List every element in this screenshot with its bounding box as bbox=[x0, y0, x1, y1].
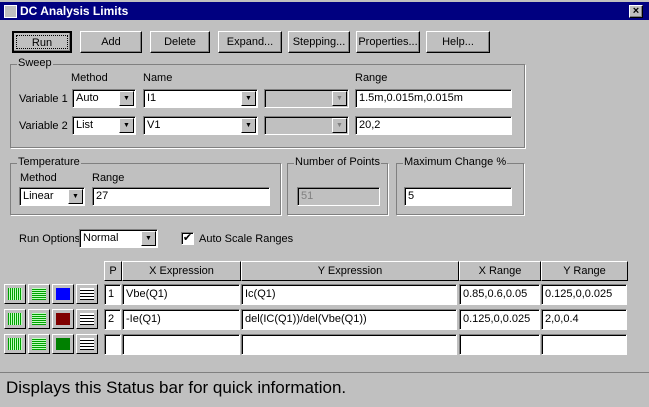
variable-1-name-select[interactable]: I1 ▼ bbox=[143, 89, 258, 108]
run-button[interactable]: Run bbox=[12, 31, 72, 53]
header-y-range[interactable]: Y Range bbox=[541, 261, 628, 281]
auto-scale-checkbox[interactable]: ✔ bbox=[181, 232, 194, 245]
title-bar: DC Analysis Limits × bbox=[0, 2, 649, 20]
header-p[interactable]: P bbox=[104, 261, 122, 281]
name-header: Name bbox=[143, 72, 173, 84]
variable-2-range-input[interactable]: 20,2 bbox=[355, 116, 512, 135]
table-icon[interactable] bbox=[76, 284, 98, 304]
cell-x[interactable]: -Ie(Q1) bbox=[122, 309, 240, 330]
add-button[interactable]: Add bbox=[80, 31, 142, 53]
value: Auto bbox=[76, 92, 99, 104]
sweep-label: Sweep bbox=[17, 57, 53, 69]
table-icon[interactable] bbox=[76, 334, 98, 354]
chevron-down-icon: ▼ bbox=[241, 118, 256, 133]
variable-1-range-input[interactable]: 1.5m,0.015m,0.015m bbox=[355, 89, 512, 108]
cell-p[interactable]: 2 bbox=[104, 309, 121, 330]
chevron-down-icon: ▼ bbox=[119, 118, 134, 133]
chevron-down-icon: ▼ bbox=[119, 91, 134, 106]
value: Normal bbox=[83, 232, 119, 244]
header-y-expression[interactable]: Y Expression bbox=[241, 261, 459, 281]
temperature-method-select[interactable]: Linear ▼ bbox=[19, 187, 85, 206]
cell-y[interactable]: del(IC(Q1))/del(Vbe(Q1)) bbox=[241, 309, 457, 330]
cell-x[interactable]: Vbe(Q1) bbox=[122, 284, 240, 305]
header-x-expression[interactable]: X Expression bbox=[122, 261, 241, 281]
x-grid-icon[interactable] bbox=[4, 284, 26, 304]
cell-x[interactable] bbox=[122, 334, 240, 355]
y-grid-icon[interactable] bbox=[28, 284, 50, 304]
window-title: DC Analysis Limits bbox=[20, 4, 129, 18]
app-icon bbox=[4, 5, 17, 18]
run-options-label: Run Options bbox=[19, 233, 81, 245]
method-header: Method bbox=[71, 72, 108, 84]
status-bar: Displays this Status bar for quick infor… bbox=[0, 372, 649, 405]
y-grid-icon[interactable] bbox=[28, 309, 50, 329]
delete-button[interactable]: Delete bbox=[150, 31, 210, 53]
close-button[interactable]: × bbox=[629, 5, 643, 18]
variable-1-param-select: ▼ bbox=[264, 89, 349, 108]
x-grid-icon[interactable] bbox=[4, 309, 26, 329]
help-button[interactable]: Help... bbox=[426, 31, 490, 53]
color-icon[interactable] bbox=[52, 284, 74, 304]
cell-y[interactable] bbox=[241, 334, 457, 355]
value: List bbox=[76, 119, 94, 131]
variable-2-param-select: ▼ bbox=[264, 116, 349, 135]
chevron-down-icon: ▼ bbox=[68, 189, 83, 204]
variable-2-method-select[interactable]: List ▼ bbox=[72, 116, 136, 135]
cell-xr[interactable]: 0.85,0.6,0.05 bbox=[459, 284, 540, 305]
cell-p[interactable]: 1 bbox=[104, 284, 121, 305]
color-icon[interactable] bbox=[52, 309, 74, 329]
y-grid-icon[interactable] bbox=[28, 334, 50, 354]
properties-button[interactable]: Properties... bbox=[356, 31, 420, 53]
run-options-select[interactable]: Normal ▼ bbox=[79, 229, 158, 248]
chevron-down-icon: ▼ bbox=[332, 91, 347, 106]
variable-2-label: Variable 2 bbox=[19, 120, 68, 132]
temperature-range-label: Range bbox=[92, 172, 125, 184]
temperature-method-label: Method bbox=[20, 172, 57, 184]
points-label: Number of Points bbox=[294, 156, 381, 168]
stepping-button[interactable]: Stepping... bbox=[288, 31, 350, 53]
cell-y[interactable]: Ic(Q1) bbox=[241, 284, 457, 305]
value: I1 bbox=[147, 92, 157, 104]
temperature-label: Temperature bbox=[17, 156, 81, 168]
cell-p[interactable] bbox=[104, 334, 121, 355]
chevron-down-icon: ▼ bbox=[241, 91, 256, 106]
cell-xr[interactable]: 0.125,0,0.025 bbox=[459, 309, 540, 330]
maxchange-input[interactable]: 5 bbox=[404, 187, 512, 206]
range-header: Range bbox=[355, 72, 388, 84]
cell-xr[interactable] bbox=[459, 334, 540, 355]
cell-yr[interactable]: 2,0,0.4 bbox=[541, 309, 627, 330]
color-icon[interactable] bbox=[52, 334, 74, 354]
chevron-down-icon: ▼ bbox=[141, 231, 156, 246]
variable-1-method-select[interactable]: Auto ▼ bbox=[72, 89, 136, 108]
expand-button[interactable]: Expand... bbox=[218, 31, 282, 53]
header-x-range[interactable]: X Range bbox=[459, 261, 541, 281]
variable-2-name-select[interactable]: V1 ▼ bbox=[143, 116, 258, 135]
cell-yr[interactable]: 0.125,0,0.025 bbox=[541, 284, 627, 305]
x-grid-icon[interactable] bbox=[4, 334, 26, 354]
maxchange-label: Maximum Change % bbox=[403, 156, 508, 168]
variable-1-label: Variable 1 bbox=[19, 93, 68, 105]
value: V1 bbox=[147, 119, 161, 131]
chevron-down-icon: ▼ bbox=[332, 118, 347, 133]
cell-yr[interactable] bbox=[541, 334, 627, 355]
table-icon[interactable] bbox=[76, 309, 98, 329]
auto-scale-label[interactable]: Auto Scale Ranges bbox=[199, 233, 293, 245]
temperature-range-input[interactable]: 27 bbox=[92, 187, 270, 206]
value: Linear bbox=[23, 190, 54, 202]
points-input: 51 bbox=[297, 187, 380, 206]
